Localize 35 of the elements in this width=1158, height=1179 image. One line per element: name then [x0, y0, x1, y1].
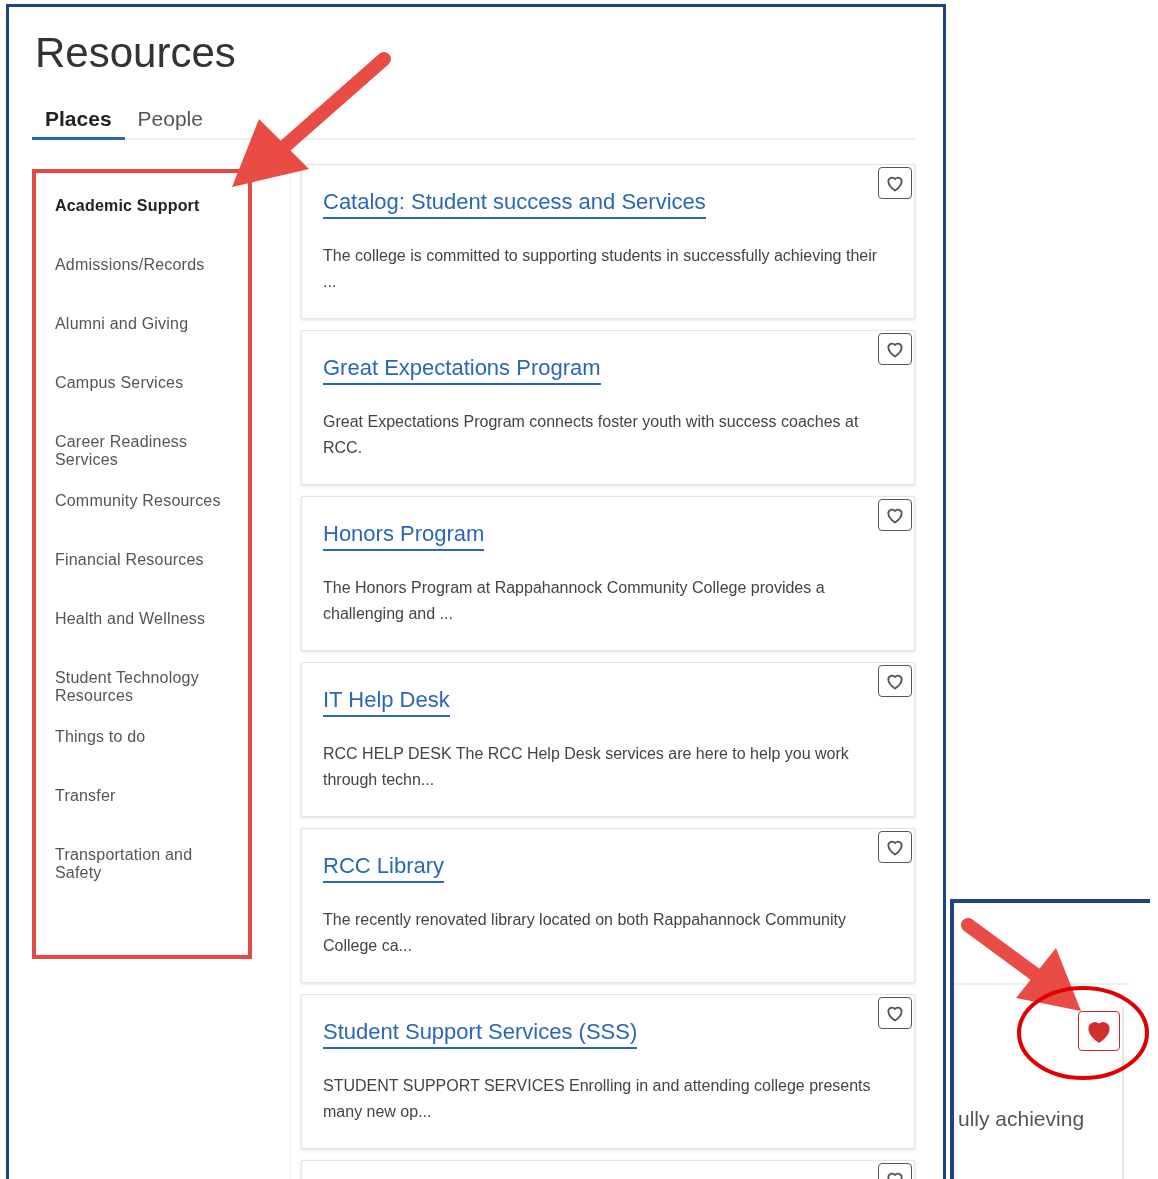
category-link[interactable]: Transfer	[55, 787, 238, 846]
category-link[interactable]: Campus Services	[55, 374, 238, 433]
category-link[interactable]: Health and Wellness	[55, 610, 238, 669]
resource-description: Great Expectations Program connects foster youth with success coaches at RCC.	[323, 412, 860, 458]
category-link[interactable]: Student Technology Resources	[55, 669, 238, 728]
resource-title-link[interactable]: Catalog: Student success and Services	[323, 189, 706, 219]
favorite-button[interactable]	[878, 333, 912, 365]
resource-description: The recently renovated library located on both Rappahannock Community College ca...	[323, 910, 847, 956]
resource-description: The Honors Program at Rappahannock Community College provides a challenging and ...	[323, 578, 826, 624]
resource-title-link[interactable]: Great Expectations Program	[323, 355, 601, 385]
favorite-button[interactable]	[878, 499, 912, 531]
category-link[interactable]: Transportation and Safety	[55, 846, 238, 905]
resource-title-link[interactable]: Honors Program	[323, 521, 485, 551]
category-link[interactable]: Career Readiness Services	[55, 433, 238, 492]
tab[interactable]: People	[124, 103, 216, 140]
favorite-button[interactable]	[878, 167, 912, 199]
resource-title-link[interactable]: RCC Library	[323, 853, 445, 883]
category-link[interactable]: Alumni and Giving	[55, 315, 238, 374]
resource-description: The college is committed to supporting students in successfully achieving their ...	[323, 246, 879, 292]
category-link[interactable]: Things to do	[55, 728, 238, 787]
category-link[interactable]: Community Resources	[55, 492, 238, 551]
resource-description: ully achieving	[958, 1107, 1085, 1131]
resource-description: RCC HELP DESK The RCC Help Desk services are here to help you work through techn...	[323, 744, 850, 790]
favorite-button[interactable]	[878, 997, 912, 1029]
resource-description: STUDENT SUPPORT SERVICES Enrolling in and attending college presents many new op...	[323, 1076, 872, 1122]
category-link[interactable]: Financial Resources	[55, 551, 238, 610]
favorite-button[interactable]	[878, 831, 912, 863]
resource-title-link[interactable]: IT Help Desk	[323, 687, 450, 717]
category-link[interactable]: Admissions/Records	[55, 256, 238, 315]
page-title: Resources	[35, 29, 237, 77]
resource-title-link[interactable]: Student Support Services (SSS)	[323, 1019, 638, 1049]
category-link[interactable]: Academic Support	[55, 197, 238, 256]
favorite-button[interactable]	[1078, 1011, 1120, 1051]
favorite-button[interactable]	[878, 665, 912, 697]
tab[interactable]: Places	[32, 103, 125, 140]
